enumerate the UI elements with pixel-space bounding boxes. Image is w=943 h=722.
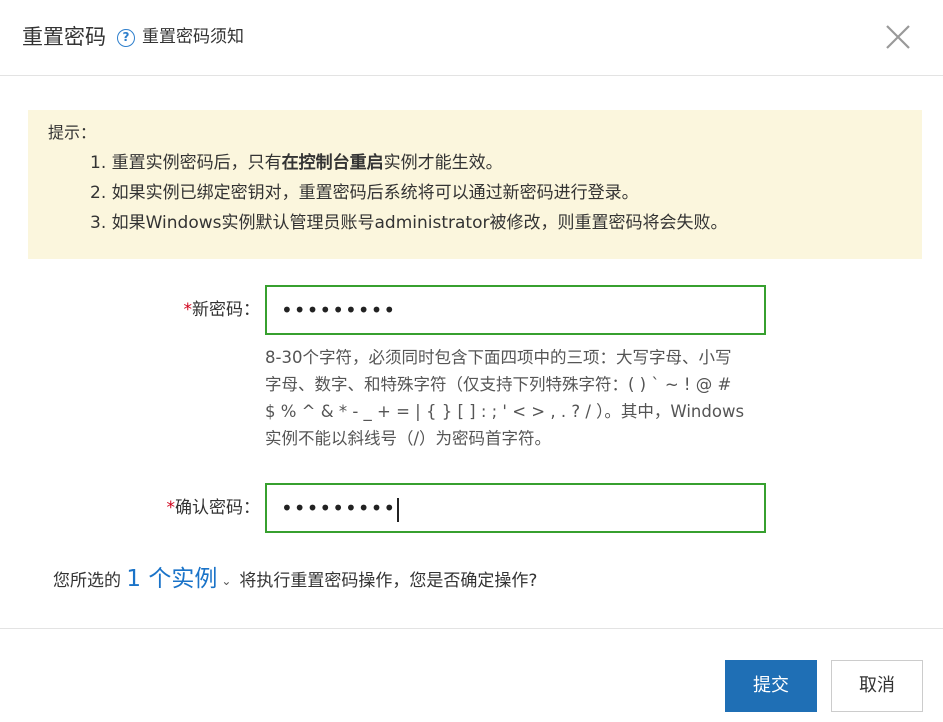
notice-item-text: 1. 重置实例密码后，只有 <box>90 153 282 173</box>
chevron-down-icon[interactable]: ⌄ <box>221 564 231 598</box>
confirm-password-input[interactable]: ••••••••• <box>265 483 766 533</box>
new-password-label-text: 新密码： <box>192 300 260 320</box>
close-icon[interactable] <box>882 21 914 53</box>
new-password-label: *新密码： <box>120 298 261 322</box>
selected-instances-link[interactable]: 1 个实例 <box>126 566 217 592</box>
summary-prefix: 您所选的 <box>53 571 121 591</box>
reset-password-dialog: 重置密码 ? 重置密码须知 提示： 1. 重置实例密码后，只有在控制台重启实例才… <box>0 0 943 722</box>
notice-list: 1. 重置实例密码后，只有在控制台重启实例才能生效。 2. 如果实例已绑定密钥对… <box>48 148 902 238</box>
new-password-value: ••••••••• <box>281 298 397 322</box>
notice-item-text: 实例才能生效。 <box>383 153 503 173</box>
notice-label: 提示： <box>48 123 97 142</box>
operation-summary: 您所选的 1 个实例 ⌄ 将执行重置密码操作，您是否确定操作? <box>53 562 537 598</box>
dialog-title: 重置密码 <box>22 25 106 49</box>
cancel-button[interactable]: 取消 <box>831 660 923 712</box>
confirm-password-value: ••••••••• <box>281 496 397 520</box>
password-rules-hint: 8-30个字符，必须同时包含下面四项中的三项：大写字母、小写字母、数字、和特殊字… <box>265 348 745 448</box>
footer-divider <box>0 628 943 629</box>
notice-box: 提示： 1. 重置实例密码后，只有在控制台重启实例才能生效。 2. 如果实例已绑… <box>28 110 922 259</box>
confirm-password-label-text: 确认密码： <box>175 498 260 518</box>
dialog-header: 重置密码 ? 重置密码须知 <box>0 0 943 76</box>
new-password-input[interactable]: ••••••••• <box>265 285 766 335</box>
confirm-password-label: *确认密码： <box>100 496 261 520</box>
notice-item-bold: 在控制台重启 <box>281 153 384 173</box>
help-circle-icon[interactable]: ? <box>117 29 135 47</box>
text-caret <box>397 497 400 522</box>
required-mark: * <box>166 498 176 518</box>
required-mark: * <box>183 300 193 320</box>
notice-item: 2. 如果实例已绑定密钥对，重置密码后系统将可以通过新密码进行登录。 <box>90 183 639 203</box>
reset-password-notes-link[interactable]: 重置密码须知 <box>142 25 244 49</box>
notice-item: 1. 重置实例密码后，只有在控制台重启实例才能生效。 <box>90 148 902 178</box>
summary-suffix: 将执行重置密码操作，您是否确定操作? <box>239 571 538 591</box>
notice-item: 3. 如果Windows实例默认管理员账号administrator被修改，则重… <box>90 213 728 233</box>
submit-button[interactable]: 提交 <box>725 660 817 712</box>
